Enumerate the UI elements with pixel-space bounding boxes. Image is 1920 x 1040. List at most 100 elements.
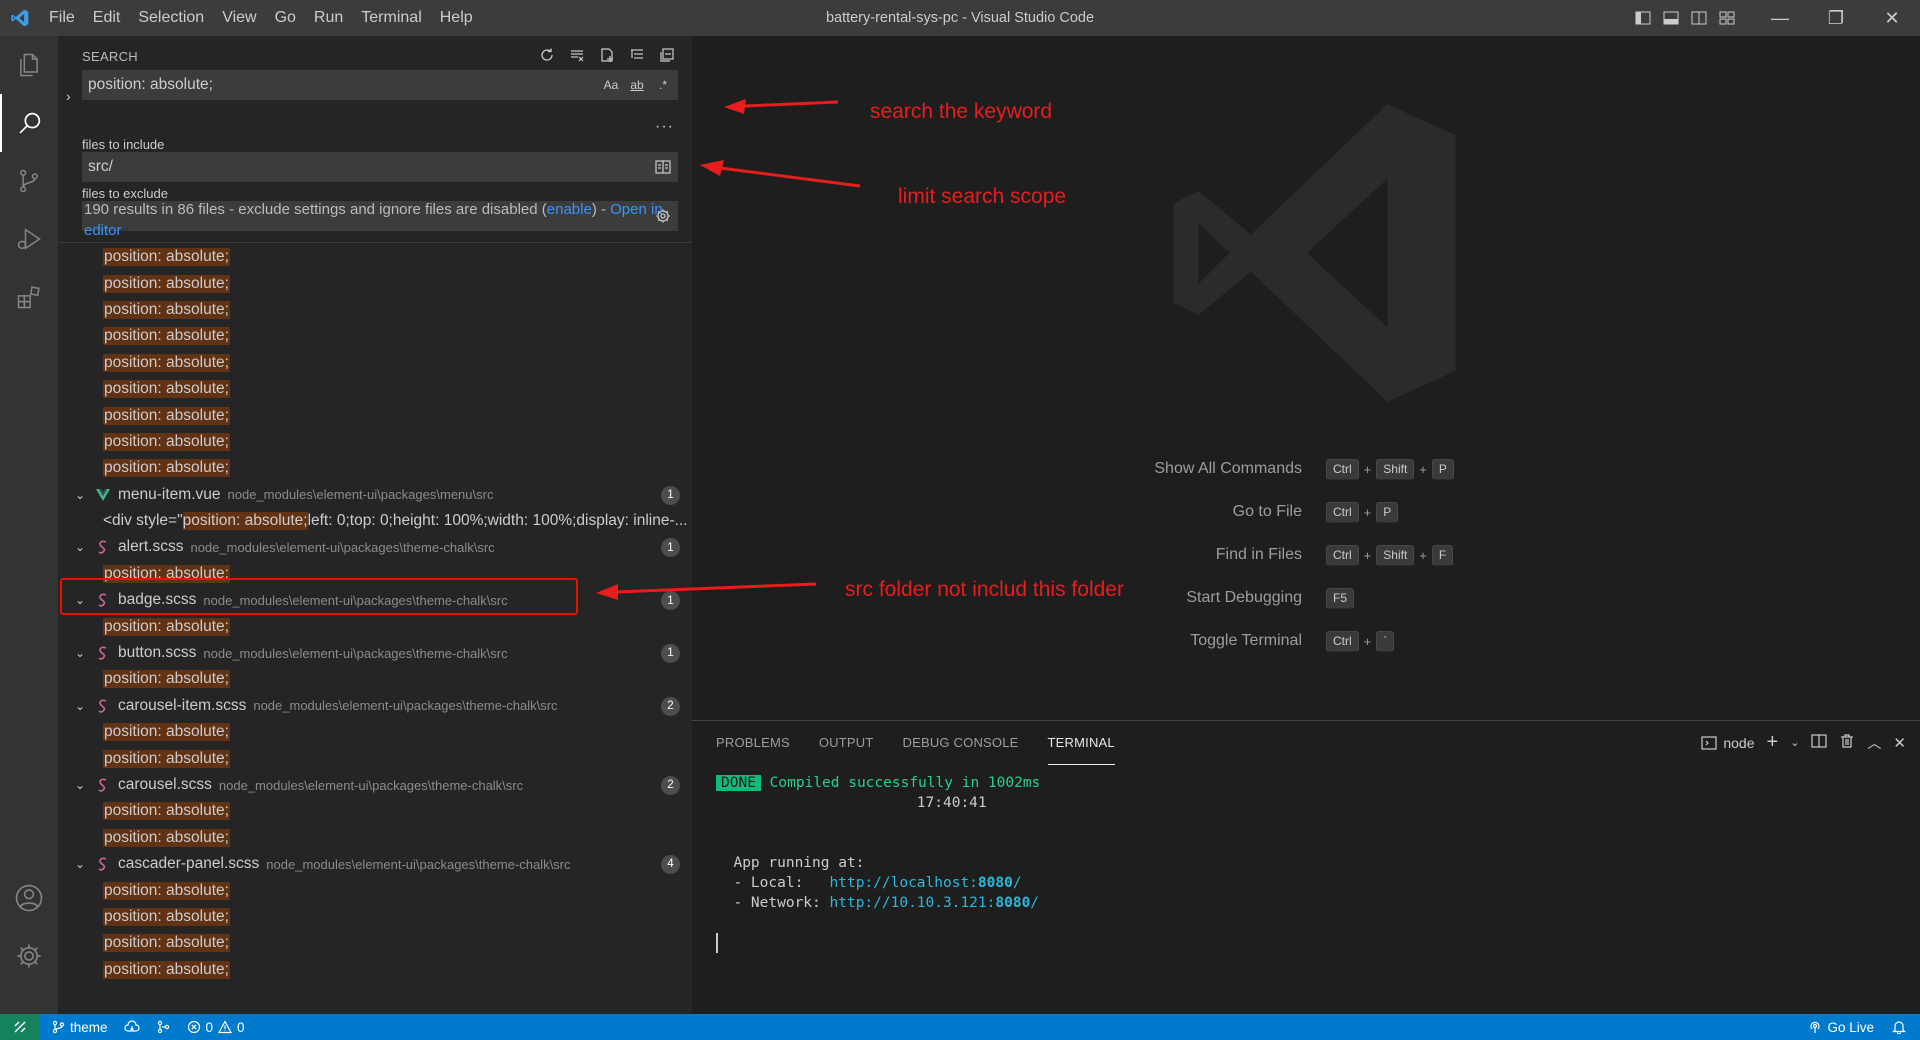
file-row[interactable]: ⌄ menu-item.vue node_modules\element-ui\pa… [58,482,692,508]
menu-view[interactable]: View [213,0,265,36]
match-row[interactable]: position: absolute; [58,613,692,639]
terminal-selector[interactable]: node [1701,735,1755,751]
problems-indicator[interactable]: 0 0 [187,1020,245,1035]
new-terminal-plus-icon[interactable]: + [1767,731,1779,754]
shortcut-row[interactable]: Go to File Ctrl + P [692,497,1920,527]
match-row[interactable]: position: absolute; [58,719,692,745]
toggle-replace-chevron-icon[interactable]: › [66,88,82,106]
toggle-primary-sidebar-icon[interactable] [1632,7,1654,29]
expand-chevron-icon[interactable]: ⌄ [73,540,87,554]
new-search-editor-icon[interactable] [596,44,618,66]
expand-chevron-icon[interactable]: ⌄ [73,488,87,502]
shortcut-label: Find in Files [1215,546,1302,563]
tab-output[interactable]: OUTPUT [819,721,874,765]
match-row[interactable]: position: absolute; [58,323,692,349]
match-row[interactable]: position: absolute; [58,455,692,481]
tab-terminal[interactable]: TERMINAL [1047,721,1115,765]
collapse-all-icon[interactable] [656,44,678,66]
search-only-open-editors-icon[interactable] [652,156,674,178]
match-case-icon[interactable]: Aa [600,74,622,96]
maximize-panel-chevron-up-icon[interactable]: ︿ [1867,733,1881,753]
tab-debug-console[interactable]: DEBUG CONSOLE [903,721,1019,765]
match-row[interactable]: position: absolute; [58,376,692,402]
shortcut-row[interactable]: Find in Files Ctrl + Shift + F [692,540,1920,570]
menu-file[interactable]: File [40,0,84,36]
file-row[interactable]: ⌄ button.scss node_modules\element-ui\pack… [58,640,692,666]
shortcut-row[interactable]: Toggle Terminal Ctrl + ` [692,626,1920,656]
view-as-tree-icon[interactable] [626,44,648,66]
menu-go[interactable]: Go [266,0,305,36]
expand-chevron-icon[interactable]: ⌄ [73,699,87,713]
close-panel-icon[interactable]: ✕ [1893,734,1906,752]
remote-indicator-icon[interactable] [0,1014,40,1040]
minimize-button[interactable]: — [1752,0,1808,36]
keybinding-key: F [1431,544,1454,566]
match-whole-word-icon[interactable]: ab [626,74,648,96]
expand-chevron-icon[interactable]: ⌄ [73,857,87,871]
file-path: node_modules\element-ui\packages\theme-c… [266,856,571,872]
menu-help[interactable]: Help [431,0,482,36]
match-text: position: absolute; [103,723,230,742]
notifications-bell-icon[interactable] [1892,1020,1906,1034]
terminal-output[interactable]: DONE Compiled successfully in 1002ms 17:… [716,773,1040,953]
match-row[interactable]: position: absolute; [58,666,692,692]
sync-cloud-icon[interactable] [124,1020,140,1034]
match-row[interactable]: position: absolute; [58,930,692,956]
toggle-secondary-sidebar-icon[interactable] [1688,7,1710,29]
menu-edit[interactable]: Edit [84,0,130,36]
match-row[interactable]: position: absolute; [58,270,692,296]
run-debug-icon[interactable] [0,210,58,268]
network-url-suffix: / [1030,895,1040,911]
match-row[interactable]: position: absolute; [58,798,692,824]
source-control-status-icon[interactable] [156,1020,171,1034]
close-window-button[interactable]: ✕ [1864,0,1920,36]
accounts-icon[interactable] [0,869,58,927]
file-row[interactable]: ⌄ alert.scss node_modules\element-ui\packa… [58,534,692,560]
use-regex-icon[interactable]: .* [652,74,674,96]
match-row[interactable]: position: absolute; [58,904,692,930]
expand-chevron-icon[interactable]: ⌄ [73,646,87,660]
match-row[interactable]: position: absolute; [58,402,692,428]
files-to-include-input[interactable]: src/ [82,152,678,182]
customize-layout-icon[interactable] [1716,7,1738,29]
match-row[interactable]: <div style=" position: absolute; left: 0;t… [58,508,692,534]
restore-button[interactable]: ❐ [1808,0,1864,36]
split-terminal-icon[interactable] [1811,733,1828,752]
terminal-dropdown-chevron-icon[interactable]: ⌄ [1790,736,1799,749]
extensions-icon[interactable] [0,268,58,326]
match-row[interactable]: position: absolute; [58,350,692,376]
network-url[interactable]: http://10.10.3.121:8080/ [830,895,1040,911]
file-row[interactable]: ⌄ carousel.scss node_modules\element-ui\pa… [58,772,692,798]
match-row[interactable]: position: absolute; [58,429,692,455]
kill-terminal-trash-icon[interactable] [1839,733,1855,752]
menu-run[interactable]: Run [305,0,352,36]
go-live-button[interactable]: Go Live [1808,1020,1874,1035]
clear-results-icon[interactable] [566,44,588,66]
local-url[interactable]: http://localhost:8080/ [830,875,1022,891]
toggle-panel-icon[interactable] [1660,7,1682,29]
match-row[interactable]: position: absolute; [58,745,692,771]
match-row[interactable]: position: absolute; [58,825,692,851]
search-icon[interactable] [0,94,58,152]
menu-selection[interactable]: Selection [129,0,213,36]
match-row[interactable]: position: absolute; [58,297,692,323]
match-row[interactable]: position: absolute; [58,957,692,983]
shortcut-row[interactable]: Show All Commands Ctrl + Shift + P [692,454,1920,484]
expand-chevron-icon[interactable]: ⌄ [73,778,87,792]
match-row[interactable]: position: absolute; [58,244,692,270]
branch-indicator[interactable]: theme [52,1020,108,1035]
tab-problems[interactable]: PROBLEMS [716,721,790,765]
manage-gear-icon[interactable] [0,927,58,985]
key-plus: + [1419,461,1427,477]
refresh-icon[interactable] [536,44,558,66]
toggle-search-details-button[interactable]: ··· [655,118,674,136]
source-control-icon[interactable] [0,152,58,210]
file-row[interactable]: ⌄ cascader-panel.scss node_modules\element… [58,851,692,877]
explorer-icon[interactable] [0,36,58,94]
match-text: position: absolute; [103,248,230,267]
menu-terminal[interactable]: Terminal [352,0,430,36]
enable-link[interactable]: enable [547,201,592,218]
file-row[interactable]: ⌄ carousel-item.scss node_modules\element-… [58,693,692,719]
match-row[interactable]: position: absolute; [58,877,692,903]
search-input[interactable]: position: absolute; Aa ab .* [82,70,678,100]
